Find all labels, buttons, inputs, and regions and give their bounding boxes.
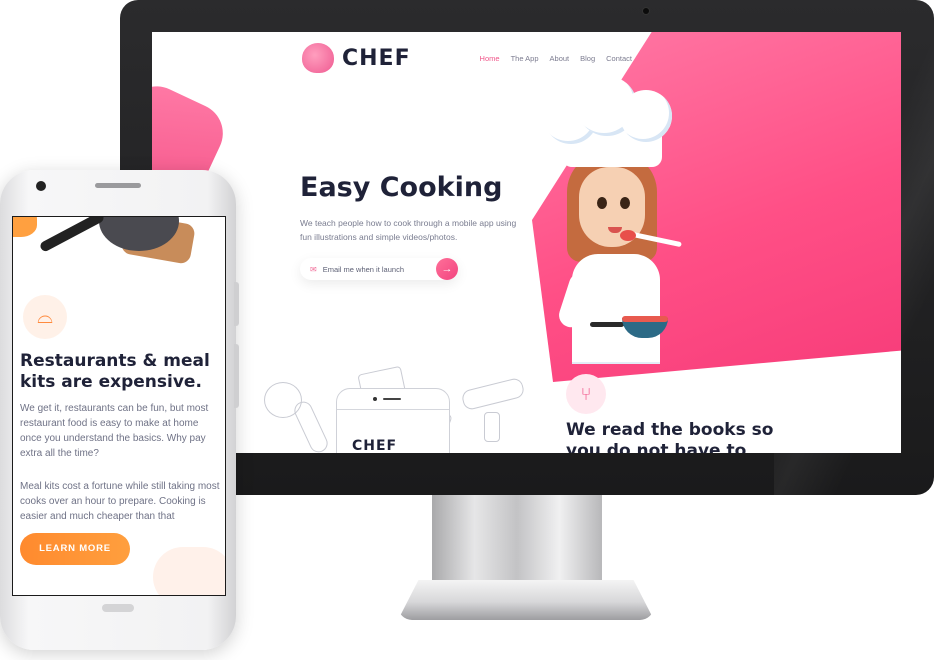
brand-logo[interactable]: CHEF	[342, 46, 411, 71]
utensils-icon: ⑂	[566, 374, 606, 414]
arrow-right-icon: →	[441, 263, 453, 275]
nav-home[interactable]: Home	[480, 54, 500, 63]
mobile-paragraph-1: We get it, restaurants can be fun, but m…	[20, 403, 209, 459]
cloche-icon: ⌓	[23, 295, 67, 339]
carrot-doodle	[291, 398, 331, 453]
phone-home-indicator	[102, 604, 134, 612]
phone-volume-button	[234, 344, 239, 408]
mobile-paragraph-2: Meal kits cost a fortune while still tak…	[20, 481, 220, 522]
phone-camera	[36, 181, 46, 191]
shaker-doodle	[484, 412, 500, 442]
spoon-bowl	[620, 230, 636, 241]
sketch-phone-camera	[373, 397, 377, 401]
imac-stand-base	[398, 580, 654, 620]
hero-title: Easy Cooking	[300, 172, 503, 203]
sketch-phone-speaker	[383, 398, 401, 400]
phone-power-button	[234, 282, 239, 326]
pan-handle-illustration	[38, 217, 106, 253]
nav-links: Home The App About Blog Contact	[480, 54, 632, 63]
sketch-phone-brand: CHEF	[352, 438, 398, 453]
phone-speaker	[95, 183, 141, 188]
desktop-screen: CHEF Home The App About Blog Contact Eas…	[152, 32, 901, 453]
learn-more-button[interactable]: LEARN MORE	[20, 533, 130, 565]
nav-blog[interactable]: Blog	[580, 54, 595, 63]
pan-handle	[590, 322, 624, 327]
bread-doodle	[460, 376, 526, 412]
imac-camera	[643, 8, 649, 14]
nav-contact[interactable]: Contact	[606, 54, 632, 63]
brain-logo-icon[interactable]	[302, 43, 334, 73]
feature-title: We read the books so you do not have to	[566, 420, 774, 453]
email-placeholder[interactable]: Email me when it launch	[323, 265, 436, 274]
orange-shape	[13, 217, 37, 237]
mobile-section-title: Restaurants & meal kits are expensive.	[20, 351, 210, 392]
email-signup-field[interactable]: ✉ Email me when it launch →	[300, 258, 458, 280]
desktop-nav: CHEF Home The App About Blog Contact	[302, 40, 632, 76]
background-blob	[153, 547, 225, 595]
mobile-screen: ⌓ Restaurants & meal kits are expensive.…	[12, 216, 226, 596]
pan-food	[622, 316, 668, 322]
submit-arrow-button[interactable]: →	[436, 258, 458, 280]
nav-about[interactable]: About	[550, 54, 570, 63]
chef-hat-puff	[620, 90, 672, 142]
chef-eye	[620, 197, 630, 209]
nav-the-app[interactable]: The App	[511, 54, 539, 63]
hero-subtitle: We teach people how to cook through a mo…	[300, 218, 517, 242]
chef-eye	[597, 197, 607, 209]
envelope-icon: ✉	[310, 264, 317, 274]
imac-stand	[432, 495, 602, 587]
